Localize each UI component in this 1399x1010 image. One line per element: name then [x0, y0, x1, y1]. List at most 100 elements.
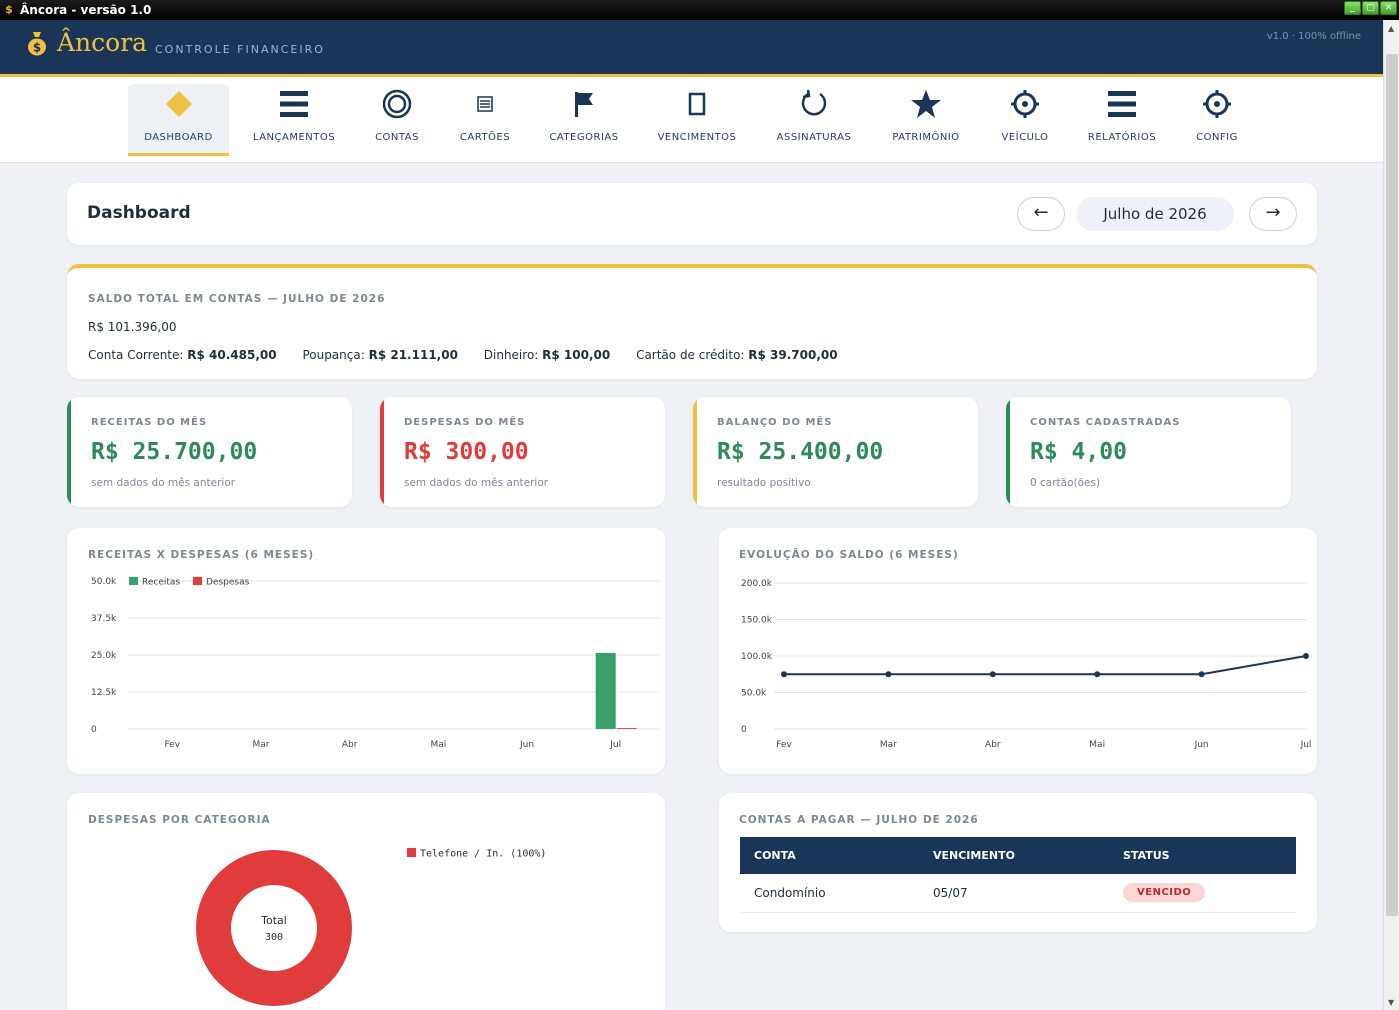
nav-label: CATEGORIAS: [549, 132, 619, 143]
x-tick-label: Fev: [776, 740, 792, 750]
kpi-sub: sem dados do mês anterior: [404, 477, 549, 489]
pie-chart-card: DESPESAS POR CATEGORIA Total 300 Telefone …: [67, 793, 665, 1010]
bar-chart-card: RECEITAS X DESPESAS (6 MESES) 0 12.5k 25.0…: [67, 528, 665, 774]
nav-veiculo[interactable]: VEÍCULO: [995, 84, 1055, 156]
nav-assinaturas[interactable]: ASSINATURAS: [771, 84, 857, 156]
x-tick-label: Abr: [985, 740, 1001, 750]
nav-config[interactable]: CONFIG: [1187, 84, 1247, 156]
kpi-value: R$ 300,00: [404, 439, 529, 465]
gear-icon: [995, 84, 1055, 124]
data-point: [989, 671, 996, 678]
y-tick-label: 12.5k: [91, 688, 117, 698]
nav-dashboard[interactable]: DASHBOARD: [128, 84, 229, 156]
x-tick-label: Mai: [430, 740, 446, 750]
gear-icon: [1187, 84, 1247, 124]
scrollbar-thumb[interactable]: [1386, 54, 1398, 916]
nav-cartoes[interactable]: CARTÕES: [455, 84, 515, 156]
column-header: VENCIMENTO: [933, 849, 1015, 862]
nav-patrimonio[interactable]: PATRIMÔNIO: [886, 84, 966, 156]
diamond-icon: [128, 84, 229, 124]
vertical-scrollbar[interactable]: ▲ ▼: [1383, 20, 1399, 1010]
nav-categorias[interactable]: CATEGORIAS: [544, 84, 624, 156]
saldo-card: SALDO TOTAL EM CONTAS — JULHO DE 2026 R$…: [67, 264, 1317, 379]
breakdown-value: R$ 100,00: [542, 348, 611, 362]
y-tick-label: 150.0k: [741, 616, 773, 626]
bar-chart: 0 12.5k 25.0k 37.5k 50.0k Fev Mar Abr Mai Jun Jul R…: [91, 577, 660, 750]
kpi-value: R$ 25.400,00: [717, 439, 884, 465]
bill-due-date: 05/07: [933, 886, 968, 900]
legend-label: Receitas: [142, 578, 180, 588]
kpi-label: CONTAS CADASTRADAS: [1030, 417, 1181, 428]
kpi-label: DESPESAS DO MÊS: [404, 417, 526, 428]
kpi-label: RECEITAS DO MÊS: [91, 417, 208, 428]
x-tick-label: Jul: [1300, 740, 1312, 750]
y-tick-label: 37.5k: [91, 614, 117, 624]
kpi-receitas: RECEITAS DO MÊS R$ 25.700,00 sem dados d…: [67, 397, 352, 507]
nav-label: PATRIMÔNIO: [892, 132, 960, 143]
y-tick-label: 25.0k: [91, 651, 117, 661]
window-titlebar: $ Âncora - versão 1.0 _ ▢ ✕: [0, 0, 1399, 20]
pie-center-label: Total: [260, 914, 287, 927]
scroll-down-icon[interactable]: ▼: [1388, 998, 1394, 1007]
breakdown-name: Conta Corrente:: [88, 348, 184, 362]
minimize-button[interactable]: _: [1344, 1, 1361, 15]
nav-label: CONFIG: [1196, 132, 1238, 143]
bill-name: Condomínio: [754, 886, 826, 900]
data-point: [781, 671, 787, 678]
nav-label: CONTAS: [375, 132, 419, 143]
prev-month-button[interactable]: ←: [1017, 197, 1065, 231]
x-tick-label: Fev: [165, 740, 181, 750]
y-tick-label: 50.0k: [91, 577, 117, 587]
table-row[interactable]: Condomínio 05/07 VENCIDO: [740, 874, 1296, 913]
kpi-accent-bar: [67, 397, 71, 507]
x-tick-label: Jun: [519, 740, 534, 750]
calendar-icon: [652, 84, 742, 124]
bills-card: CONTAS A PAGAR — JULHO DE 2026 CONTA VEN…: [719, 793, 1317, 932]
card-icon: [455, 84, 515, 124]
x-tick-label: Abr: [342, 740, 358, 750]
next-month-button[interactable]: →: [1249, 197, 1297, 231]
main-nav: DASHBOARD LANÇAMENTOS CONTAS CARTÕES CAT…: [0, 77, 1383, 163]
nav-label: VEÍCULO: [1001, 132, 1049, 143]
nav-label: CARTÕES: [459, 132, 511, 143]
saldo-total: R$ 101.396,00: [88, 320, 177, 334]
nav-label: LANÇAMENTOS: [252, 132, 336, 143]
saldo-label: SALDO TOTAL EM CONTAS — JULHO DE 2026: [88, 293, 386, 305]
series-line: [784, 655, 1307, 676]
x-tick-label: Jun: [1194, 740, 1209, 750]
money-bag-icon: $: [28, 32, 46, 56]
nav-label: RELATÓRIOS: [1087, 132, 1157, 143]
nav-vencimentos[interactable]: VENCIMENTOS: [652, 84, 742, 156]
kpi-accent-bar: [380, 397, 384, 507]
y-tick-label: 0: [91, 725, 97, 735]
pie-slice: [196, 850, 352, 1006]
data-point: [885, 671, 892, 678]
y-tick-label: 200.0k: [741, 579, 773, 589]
y-tick-label: 50.0k: [741, 689, 767, 699]
kpi-accent-bar: [1006, 397, 1010, 507]
nav-lancamentos[interactable]: LANÇAMENTOS: [246, 84, 342, 156]
x-tick-label: Mai: [1089, 740, 1105, 750]
kpi-accent-bar: [693, 397, 697, 507]
line-chart: 0 50.0k 100.0k 150.0k 200.0k Fev Mar Abr Mai Jun J…: [741, 579, 1312, 750]
kpi-contas: CONTAS CADASTRADAS R$ 4,00 0 cartão(ões): [1006, 397, 1291, 507]
kpi-value: R$ 25.700,00: [91, 439, 258, 465]
flag-icon: [544, 84, 624, 124]
money-bag-icon: $: [5, 3, 13, 16]
maximize-button[interactable]: ▢: [1362, 1, 1379, 15]
y-tick-label: 100.0k: [741, 652, 773, 662]
bills-title: CONTAS A PAGAR — JULHO DE 2026: [739, 814, 979, 826]
current-month: Julho de 2026: [1076, 197, 1234, 231]
status-badge: VENCIDO: [1123, 883, 1206, 902]
scroll-up-icon[interactable]: ▲: [1388, 24, 1394, 33]
app-subtitle: CONTROLE FINANCEIRO: [155, 43, 325, 56]
kpi-value: R$ 4,00: [1030, 439, 1127, 465]
bills-table-header: CONTA VENCIMENTO STATUS: [740, 837, 1296, 874]
nav-relatorios[interactable]: RELATÓRIOS: [1082, 84, 1162, 156]
breakdown-value: R$ 39.700,00: [748, 348, 838, 362]
nav-contas[interactable]: CONTAS: [367, 84, 427, 156]
close-button[interactable]: ✕: [1380, 1, 1397, 15]
nav-label: VENCIMENTOS: [657, 132, 737, 143]
svg-text:$: $: [33, 41, 41, 55]
circle-icon: [367, 84, 427, 124]
